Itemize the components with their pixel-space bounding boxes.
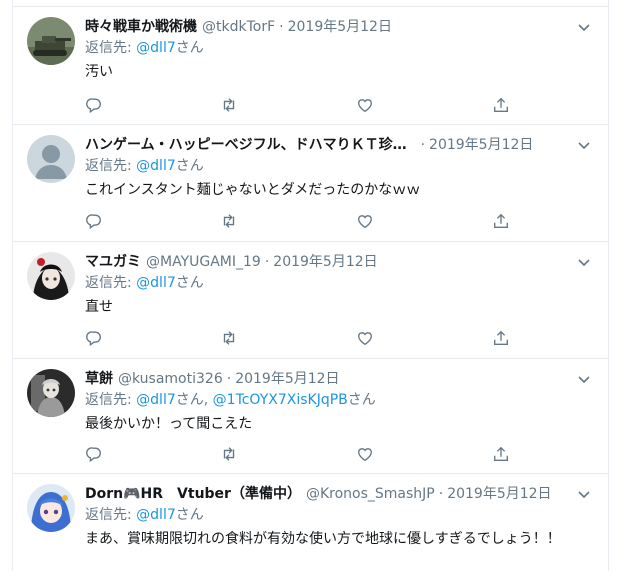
tweet[interactable]: Dorn🎮HR Vtuber（準備中） @Kronos_SmashJP · 20… xyxy=(13,474,608,584)
separator-dot: · xyxy=(264,254,270,270)
tweet-body: ハンゲーム・ハッピーベジフル、ドハマりＫＴ珍… · 2019年5月12日 返信先… xyxy=(85,135,594,201)
tweet-actions xyxy=(85,445,515,465)
display-name[interactable]: ハンゲーム・ハッピーベジフル、ドハマりＫＴ珍… xyxy=(85,135,407,155)
avatar[interactable] xyxy=(27,369,75,417)
reply-to-link[interactable]: @dll7 xyxy=(136,40,176,56)
tweet[interactable]: 草餅 @kusamoti326 · 2019年5月12日 返信先: @dll7さ… xyxy=(13,359,608,474)
reply-context: 返信先: @dll7さん, @1TcOYX7XisKJqPBさん xyxy=(85,390,594,410)
reply-to-link[interactable]: @dll7 xyxy=(136,392,176,408)
retweet-icon[interactable] xyxy=(220,212,240,232)
tweet-date[interactable]: 2019年5月12日 xyxy=(273,252,377,272)
tweet-text: 最後かいか！って聞こえた xyxy=(85,416,253,432)
tweet-header: 草餅 @kusamoti326 · 2019年5月12日 xyxy=(85,369,594,389)
tweet-header: 時々戦車か戦術機 @tkdkTorF · 2019年5月12日 xyxy=(85,17,594,37)
reply-prefix: 返信先: xyxy=(85,275,137,291)
heart-icon[interactable] xyxy=(356,329,376,349)
anime-avatar-image xyxy=(27,369,75,417)
share-icon[interactable] xyxy=(492,96,512,116)
reply-context: 返信先: @dll7さん xyxy=(85,156,594,176)
display-name[interactable]: Dorn🎮HR Vtuber（準備中） xyxy=(85,484,301,504)
chevron-down-icon[interactable] xyxy=(574,369,594,389)
retweet-icon[interactable] xyxy=(220,96,240,116)
reply-context: 返信先: @dll7さん xyxy=(85,273,594,293)
timeline-column: 時々戦車か戦術機 @tkdkTorF · 2019年5月12日 返信先: @dl… xyxy=(12,0,609,571)
avatar[interactable] xyxy=(27,135,75,183)
tweet-header: ハンゲーム・ハッピーベジフル、ドハマりＫＴ珍… · 2019年5月12日 xyxy=(85,135,594,155)
reply-context: 返信先: @dll7さん xyxy=(85,38,594,58)
default-person-avatar xyxy=(27,135,75,183)
share-icon[interactable] xyxy=(492,445,512,465)
chevron-down-icon[interactable] xyxy=(574,135,594,155)
tweet-actions xyxy=(85,329,515,349)
user-handle[interactable]: @Kronos_SmashJP xyxy=(306,484,435,504)
tweet-text: これインスタント麺じゃないとダメだったのかなｗｗ xyxy=(85,182,421,198)
user-handle[interactable]: @kusamoti326 xyxy=(118,369,223,389)
separator-dot: · xyxy=(420,137,426,153)
tweet-body: マユガミ @MAYUGAMI_19 · 2019年5月12日 返信先: @dll… xyxy=(85,252,594,318)
avatar[interactable] xyxy=(27,17,75,65)
retweet-icon[interactable] xyxy=(220,329,240,349)
reply-context: 返信先: @dll7さん xyxy=(85,505,594,525)
tank-avatar-image xyxy=(27,17,75,65)
separator-dot: · xyxy=(438,486,444,502)
reply-suffix: さん xyxy=(175,40,204,56)
tweet-text: 汚い xyxy=(85,64,113,80)
avatar[interactable] xyxy=(27,484,75,532)
tweet[interactable]: ハンゲーム・ハッピーベジフル、ドハマりＫＴ珍… · 2019年5月12日 返信先… xyxy=(13,125,608,242)
chevron-down-icon[interactable] xyxy=(574,17,594,37)
reply-icon[interactable] xyxy=(85,96,105,116)
reply-suffix: さん xyxy=(175,158,204,174)
tweet-header: Dorn🎮HR Vtuber（準備中） @Kronos_SmashJP · 20… xyxy=(85,484,594,504)
tweet-text: まあ、賞味期限切れの食料が有効な使い方で地球に優しすぎるでしょう！！ xyxy=(85,531,561,547)
display-name[interactable]: 草餅 xyxy=(85,369,113,389)
user-handle[interactable]: @MAYUGAMI_19 xyxy=(146,252,261,272)
share-icon[interactable] xyxy=(492,212,512,232)
reply-prefix: 返信先: xyxy=(85,507,137,523)
avatar[interactable] xyxy=(27,252,75,300)
tweet-header: マユガミ @MAYUGAMI_19 · 2019年5月12日 xyxy=(85,252,594,272)
user-handle[interactable]: @tkdkTorF xyxy=(202,17,275,37)
heart-icon[interactable] xyxy=(356,445,376,465)
tweet-actions xyxy=(85,96,515,116)
share-icon[interactable] xyxy=(492,329,512,349)
reply-icon[interactable] xyxy=(85,212,105,232)
tweet-text: 直せ xyxy=(85,299,113,315)
display-name[interactable]: 時々戦車か戦術機 xyxy=(85,17,197,37)
anime-avatar-image xyxy=(27,484,75,532)
reply-suffix: さん xyxy=(175,275,204,291)
reply-to-link[interactable]: @dll7 xyxy=(136,158,176,174)
reply-to-link[interactable]: @dll7 xyxy=(136,507,176,523)
tweet-date[interactable]: 2019年5月12日 xyxy=(429,135,533,155)
separator-dot: · xyxy=(226,371,232,387)
tweet-date[interactable]: 2019年5月12日 xyxy=(288,17,392,37)
retweet-icon[interactable] xyxy=(220,445,240,465)
heart-icon[interactable] xyxy=(356,212,376,232)
reply-icon[interactable] xyxy=(85,445,105,465)
reply-prefix: 返信先: xyxy=(85,392,137,408)
chevron-down-icon[interactable] xyxy=(574,484,594,504)
tweet-date[interactable]: 2019年5月12日 xyxy=(235,369,339,389)
tweet-body: 時々戦車か戦術機 @tkdkTorF · 2019年5月12日 返信先: @dl… xyxy=(85,17,594,83)
reply-suffix: さん, xyxy=(175,392,213,408)
heart-icon[interactable] xyxy=(356,96,376,116)
display-name[interactable]: マユガミ xyxy=(85,252,141,272)
reply-suffix: さん xyxy=(175,507,204,523)
tweet-date[interactable]: 2019年5月12日 xyxy=(447,484,551,504)
tweet[interactable]: 時々戦車か戦術機 @tkdkTorF · 2019年5月12日 返信先: @dl… xyxy=(13,7,608,125)
tweet-actions xyxy=(85,212,515,232)
tweet-body: 草餅 @kusamoti326 · 2019年5月12日 返信先: @dll7さ… xyxy=(85,369,594,435)
reply-suffix-second: さん xyxy=(347,392,376,408)
reply-icon[interactable] xyxy=(85,329,105,349)
anime-avatar-image xyxy=(27,252,75,300)
reply-to-link-second[interactable]: @1TcOYX7XisKJqPB xyxy=(213,392,348,408)
tweet-body: Dorn🎮HR Vtuber（準備中） @Kronos_SmashJP · 20… xyxy=(85,484,594,550)
chevron-down-icon[interactable] xyxy=(574,252,594,272)
reply-prefix: 返信先: xyxy=(85,158,137,174)
reply-to-link[interactable]: @dll7 xyxy=(136,275,176,291)
separator-dot: · xyxy=(279,19,284,35)
tweet[interactable]: マユガミ @MAYUGAMI_19 · 2019年5月12日 返信先: @dll… xyxy=(13,242,608,359)
reply-prefix: 返信先: xyxy=(85,40,137,56)
